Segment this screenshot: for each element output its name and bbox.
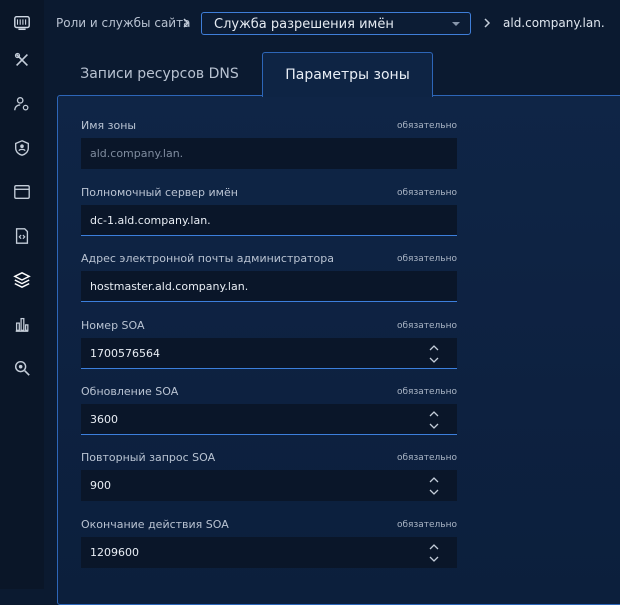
layers-icon[interactable]: [12, 270, 32, 290]
user-settings-icon[interactable]: [12, 94, 32, 114]
chevron-down-icon: [429, 357, 439, 363]
tools-icon[interactable]: [12, 50, 32, 70]
field-label: Адрес электронной почты администратора: [81, 252, 334, 265]
chevron-up-icon: [429, 544, 439, 550]
number-stepper[interactable]: [429, 409, 439, 431]
field-label: Окончание действия SOA: [81, 518, 229, 531]
zone-name-input: ald.company.lan.: [81, 138, 457, 169]
soa-retry-value: 900: [90, 479, 111, 492]
chevron-up-icon: [429, 477, 439, 483]
field-label: Обновление SOA: [81, 385, 179, 398]
tab-dns-records[interactable]: Записи ресурсов DNS: [57, 52, 262, 96]
required-hint: обязательно: [397, 254, 457, 264]
service-select[interactable]: Служба разрешения имён: [201, 12, 471, 35]
required-hint: обязательно: [397, 121, 457, 131]
breadcrumb-zone: ald.company.lan.: [503, 16, 605, 30]
chevron-up-icon: [429, 411, 439, 417]
admin-email-input[interactable]: hostmaster.ald.company.lan.: [81, 271, 457, 302]
primary-ns-input[interactable]: dc-1.ald.company.lan.: [81, 205, 457, 236]
chevron-right-icon: [484, 18, 491, 28]
soa-refresh-input[interactable]: 3600: [81, 404, 457, 435]
soa-expire-value: 1209600: [90, 546, 139, 559]
required-hint: обязательно: [397, 321, 457, 331]
number-stepper[interactable]: [429, 343, 439, 365]
window-icon[interactable]: [12, 182, 32, 202]
field-label: Номер SOA: [81, 319, 145, 332]
soa-expire-input[interactable]: 1209600: [81, 537, 457, 568]
field-label: Имя зоны: [81, 119, 137, 132]
field-label: Повторный запрос SOA: [81, 451, 216, 464]
field-label: Полномочный сервер имён: [81, 186, 238, 199]
chevron-right-icon: [183, 18, 190, 28]
code-file-icon[interactable]: [12, 226, 32, 246]
monitor-logo-icon[interactable]: [12, 13, 32, 33]
number-stepper[interactable]: [429, 475, 439, 497]
primary-ns-value: dc-1.ald.company.lan.: [90, 214, 211, 227]
zoom-search-icon[interactable]: [12, 358, 32, 378]
zone-name-value: ald.company.lan.: [90, 147, 184, 160]
required-hint: обязательно: [397, 453, 457, 463]
service-select-value: Служба разрешения имён: [214, 17, 394, 32]
chevron-down-icon: [429, 423, 439, 429]
soa-serial-input[interactable]: 1700576564: [81, 338, 457, 369]
tab-zone-parameters[interactable]: Параметры зоны: [262, 52, 433, 97]
soa-serial-value: 1700576564: [90, 347, 160, 360]
breadcrumb-root[interactable]: Роли и службы сайта: [56, 16, 190, 30]
chevron-down-icon: [452, 22, 460, 26]
required-hint: обязательно: [397, 520, 457, 530]
required-hint: обязательно: [397, 387, 457, 397]
chevron-down-icon: [429, 489, 439, 495]
number-stepper[interactable]: [429, 542, 439, 564]
shield-user-icon[interactable]: [12, 138, 32, 158]
required-hint: обязательно: [397, 188, 457, 198]
bar-chart-icon[interactable]: [12, 314, 32, 334]
soa-retry-input[interactable]: 900: [81, 470, 457, 501]
chevron-up-icon: [429, 345, 439, 351]
admin-email-value: hostmaster.ald.company.lan.: [90, 280, 249, 293]
sidebar: [0, 0, 44, 589]
soa-refresh-value: 3600: [90, 413, 118, 426]
chevron-down-icon: [429, 556, 439, 562]
